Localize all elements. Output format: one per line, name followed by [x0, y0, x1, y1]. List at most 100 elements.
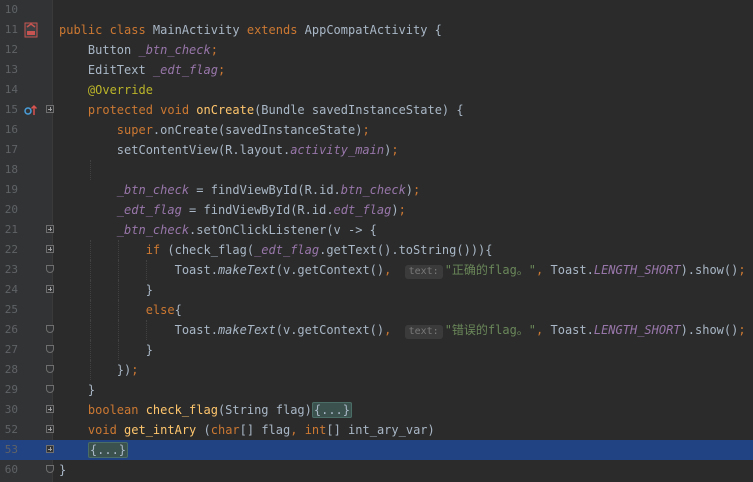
fold-toggle-icon[interactable]: [46, 445, 54, 453]
code-token: ).show(): [680, 263, 739, 277]
line-number: 60: [4, 463, 18, 476]
code-text: Button _btn_check;: [59, 40, 218, 60]
code-line[interactable]: 15 protected void onCreate(Bundle savedI…: [0, 100, 753, 120]
code-token: if: [59, 243, 168, 257]
code-token: Toast.: [550, 263, 594, 277]
code-line[interactable]: 30 boolean check_flag(String flag) {...}: [0, 400, 753, 420]
code-line[interactable]: 29 }: [0, 380, 753, 400]
code-line[interactable]: 23 Toast.makeText(v.getContext(), text: "…: [0, 260, 753, 280]
line-number: 12: [4, 43, 18, 56]
code-token: check_flag: [145, 403, 218, 417]
code-token: (v.getContext(): [275, 263, 385, 277]
line-number: 24: [4, 283, 18, 296]
folded-code-block[interactable]: {...}: [311, 402, 352, 418]
code-text: protected void onCreate(Bundle savedInst…: [59, 100, 464, 120]
fold-end-marker-icon[interactable]: [46, 345, 54, 353]
fold-toggle-icon[interactable]: [46, 405, 54, 413]
code-token: (v.getContext(): [275, 323, 385, 337]
line-number: 21: [4, 223, 18, 236]
code-token: EditText: [59, 63, 153, 77]
code-token: .setOnClickListener(v -> {: [189, 223, 377, 237]
parameter-hint: text:: [404, 265, 443, 279]
code-line[interactable]: 11 public class MainActivity extends AppC…: [0, 20, 753, 40]
fold-toggle-icon[interactable]: [46, 425, 54, 433]
code-token: AppCompatActivity {: [304, 23, 442, 37]
code-line[interactable]: 16 super.onCreate(savedInstanceState);: [0, 120, 753, 140]
code-text: _btn_check.setOnClickListener(v -> {: [59, 220, 377, 240]
code-token: _btn_check: [138, 43, 211, 57]
code-line[interactable]: 19 _btn_check = findViewById(R.id.btn_ch…: [0, 180, 753, 200]
code-token: get_intAry: [124, 423, 204, 437]
code-text: else{: [59, 300, 182, 320]
code-line[interactable]: 26 Toast.makeText(v.getContext(), text: "…: [0, 320, 753, 340]
code-token: ;: [738, 263, 746, 277]
code-token: onCreate: [196, 103, 255, 117]
code-line[interactable]: 21 _btn_check.setOnClickListener(v -> {: [0, 220, 753, 240]
code-text: }: [59, 460, 66, 480]
code-text: _edt_flag = findViewById(R.id.edt_flag);: [59, 200, 406, 220]
code-token: void: [59, 423, 125, 437]
code-token: [] flag: [239, 423, 291, 437]
code-token: = findViewById(R.id.: [181, 203, 334, 217]
code-token: LENGTH_SHORT: [593, 323, 681, 337]
folded-code-block[interactable]: {...}: [87, 442, 129, 458]
code-text: }: [59, 380, 95, 400]
code-token: ;: [210, 43, 218, 57]
code-line[interactable]: 10: [0, 0, 753, 20]
code-line[interactable]: 20 _edt_flag = findViewById(R.id.edt_fla…: [0, 200, 753, 220]
fold-end-marker-icon[interactable]: [46, 325, 54, 333]
code-token: _btn_check: [116, 183, 190, 197]
code-line[interactable]: 27 }: [0, 340, 753, 360]
code-line[interactable]: 53 {...}: [0, 440, 753, 460]
code-token: btn_check: [340, 183, 406, 197]
fold-toggle-icon[interactable]: [46, 225, 54, 233]
code-line[interactable]: 25 else{: [0, 300, 753, 320]
fold-toggle-icon[interactable]: [46, 285, 54, 293]
code-line[interactable]: 13 EditText _edt_flag;: [0, 60, 753, 80]
code-token: protected void: [59, 103, 197, 117]
code-token: _edt_flag: [152, 63, 218, 77]
code-line[interactable]: 12 Button _btn_check;: [0, 40, 753, 60]
code-line[interactable]: 22 if (check_flag(_edt_flag.getText().to…: [0, 240, 753, 260]
code-token: ).show(): [680, 323, 739, 337]
override-method-icon[interactable]: [24, 104, 38, 119]
code-line[interactable]: 60}: [0, 460, 753, 480]
line-number: 27: [4, 343, 18, 356]
line-number: 13: [4, 63, 18, 76]
code-token: }: [59, 343, 153, 357]
code-token: activity_main: [290, 143, 385, 157]
android-activity-icon[interactable]: [24, 22, 38, 41]
code-line[interactable]: 28 });: [0, 360, 753, 380]
code-line[interactable]: 17 setContentView(R.layout.activity_main…: [0, 140, 753, 160]
code-token: = findViewById(R.id.: [189, 183, 341, 197]
code-line[interactable]: 18: [0, 160, 753, 180]
code-token: ): [391, 203, 399, 217]
code-text: super.onCreate(savedInstanceState);: [59, 120, 370, 140]
code-line[interactable]: 24 }: [0, 280, 753, 300]
code-token: _edt_flag: [116, 203, 182, 217]
code-token: ;: [413, 183, 421, 197]
code-token: Toast.: [59, 263, 218, 277]
code-token: ;: [362, 123, 370, 137]
line-number: 30: [4, 403, 18, 416]
fold-end-marker-icon[interactable]: [46, 265, 54, 273]
fold-toggle-icon[interactable]: [46, 245, 54, 253]
code-token: int: [304, 423, 327, 437]
code-token: [] int_ary_var): [326, 423, 435, 437]
code-editor[interactable]: 10 11 public class MainActivity extends Ap…: [0, 0, 753, 482]
fold-toggle-icon[interactable]: [46, 105, 54, 113]
fold-end-marker-icon[interactable]: [46, 465, 54, 473]
line-number: 16: [4, 123, 18, 136]
code-token: else: [59, 303, 175, 317]
code-token: ,: [536, 323, 551, 337]
code-line[interactable]: 52 void get_intAry (char[] flag, int[] i…: [0, 420, 753, 440]
code-token: Toast.: [59, 323, 218, 337]
code-line[interactable]: 14 @Override: [0, 80, 753, 100]
code-text: setContentView(R.layout.activity_main);: [59, 140, 399, 160]
fold-end-marker-icon[interactable]: [46, 385, 54, 393]
fold-end-marker-icon[interactable]: [46, 365, 54, 373]
line-number: 29: [4, 383, 18, 396]
code-token: boolean: [59, 403, 146, 417]
code-token: (String flag): [217, 403, 312, 417]
